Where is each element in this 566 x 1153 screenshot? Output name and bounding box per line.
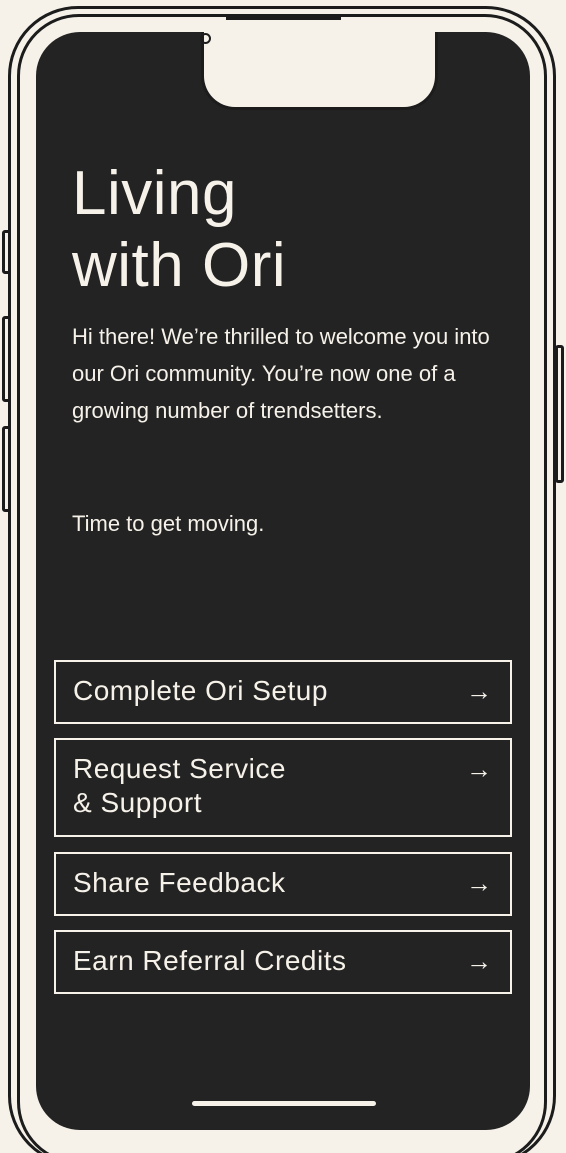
title-line-2: with Ori — [72, 231, 287, 300]
title-line-1: Living — [72, 159, 237, 228]
camera-icon — [200, 33, 211, 44]
mute-switch — [2, 230, 11, 274]
page: Living with Ori Hi there! We’re thrilled… — [0, 0, 566, 1153]
arrow-right-icon: → — [466, 868, 492, 898]
intro-text: Hi there! We’re thrilled to welcome you … — [72, 324, 490, 423]
arrow-right-icon: → — [466, 676, 492, 706]
arrow-right-icon: → — [466, 946, 492, 976]
page-title: Living with Ori — [72, 158, 286, 302]
action-label: Earn Referral Credits — [73, 945, 347, 976]
volume-up-button — [2, 316, 11, 402]
action-label: Complete Ori Setup — [73, 675, 328, 706]
earn-referral-credits-button[interactable]: Earn Referral Credits → — [54, 930, 512, 994]
complete-ori-setup-button[interactable]: Complete Ori Setup → — [54, 660, 512, 724]
request-service-support-button[interactable]: Request Service & Support → — [54, 738, 512, 837]
arrow-right-icon: → — [466, 754, 492, 784]
share-feedback-button[interactable]: Share Feedback → — [54, 852, 512, 916]
power-button — [555, 345, 564, 483]
speaker-grille — [226, 17, 341, 20]
notch — [201, 32, 438, 110]
volume-down-button — [2, 426, 11, 512]
home-indicator[interactable] — [192, 1101, 376, 1106]
action-label: Share Feedback — [73, 867, 286, 898]
action-label: Request Service & Support — [73, 753, 286, 818]
tagline-text: Time to get moving. — [72, 511, 265, 536]
